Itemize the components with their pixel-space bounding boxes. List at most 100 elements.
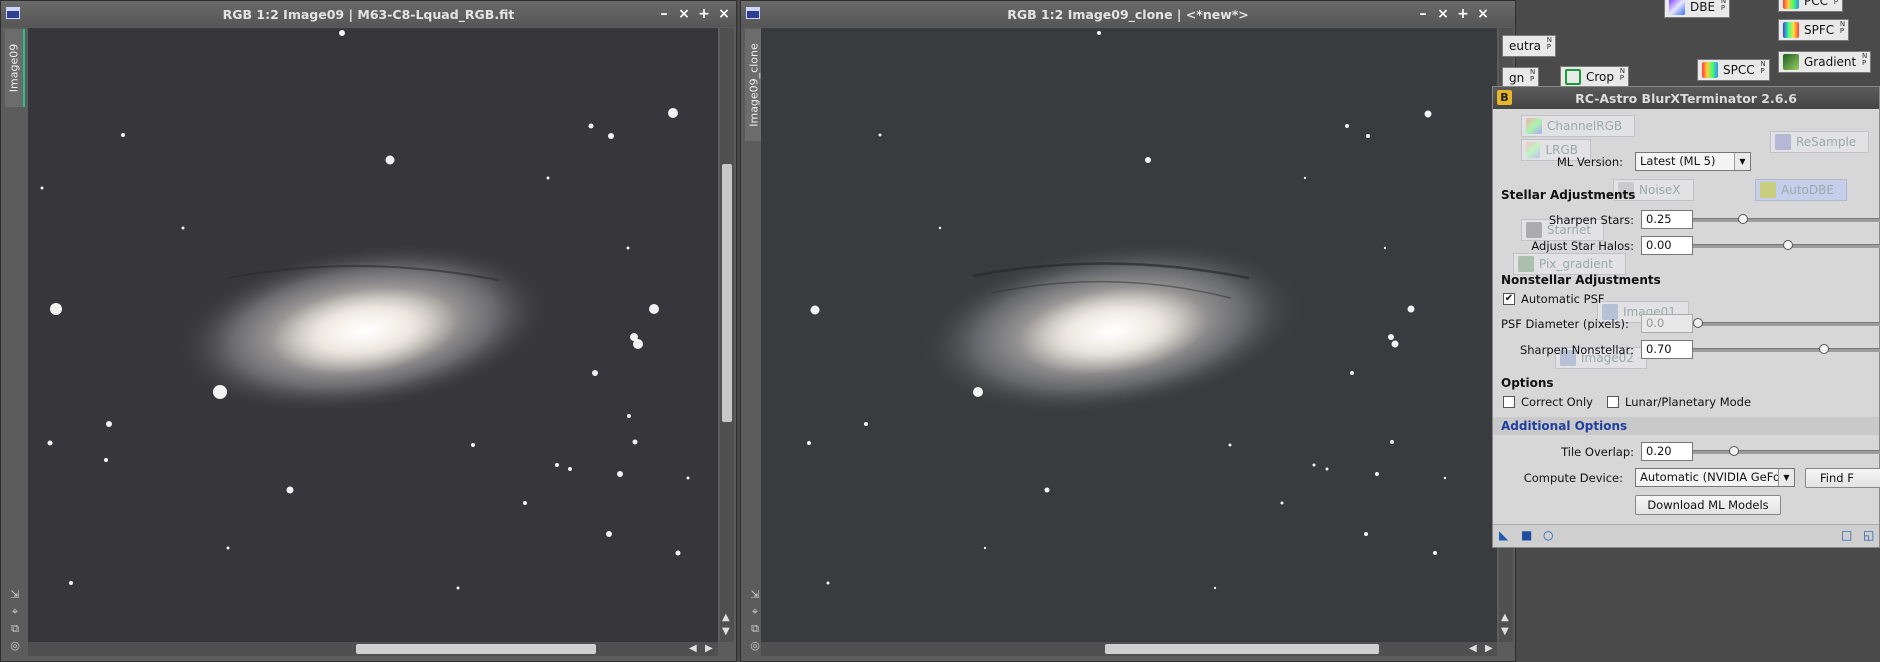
correct-only-label: Correct Only (1521, 395, 1593, 409)
window-titlebar[interactable]: RGB 1:2 Image09 | M63-C8-Lquad_RGB.fit –… (1, 1, 736, 27)
docs-icon[interactable]: ◱ (1863, 529, 1874, 541)
window-title: RGB 1:2 Image09 | M63-C8-Lquad_RGB.fit (222, 6, 515, 22)
slider-knob[interactable] (1738, 214, 1748, 224)
correct-only-checkbox[interactable] (1503, 396, 1515, 408)
image-id-label: Image09_clone (747, 43, 761, 127)
image-window-left[interactable]: RGB 1:2 Image09 | M63-C8-Lquad_RGB.fit –… (0, 0, 737, 662)
horizontal-scrollbar[interactable]: ◀ ▶ (761, 642, 1497, 656)
scroll-down-arrow[interactable]: ▼ (722, 626, 730, 637)
horizontal-scroll-thumb[interactable] (1105, 644, 1379, 654)
ml-version-value: Latest (ML 5) (1640, 154, 1716, 168)
scroll-up-arrow[interactable]: ▲ (1501, 612, 1509, 623)
crosshair-icon[interactable]: ⌖ (8, 605, 22, 619)
dialog-badge: B (1497, 90, 1512, 105)
sharpen-nonstellar-input[interactable]: 0.70 (1641, 340, 1693, 359)
slider-knob[interactable] (1819, 344, 1829, 354)
window-titlebar[interactable]: RGB 1:2 Image09_clone | <*new*> – ⨯ + × (741, 1, 1515, 27)
view-tools: ⇲ ⌖ ⧉ ◎ (748, 588, 762, 653)
scroll-left-arrow[interactable]: ◀ (1469, 643, 1477, 654)
minimize-icon[interactable]: – (658, 5, 670, 23)
close-icon[interactable]: × (718, 5, 730, 23)
close-icon[interactable]: × (1477, 5, 1489, 23)
sharpen-nonstellar-label: Sharpen Nonstellar: (1519, 343, 1634, 357)
image-canvas[interactable] (28, 28, 718, 642)
dialog-titlebar[interactable]: B RC-Astro BlurXTerminator 2.6.6 (1493, 87, 1879, 109)
window-title: RGB 1:2 Image09_clone | <*new*> (1007, 6, 1249, 22)
copy-icon[interactable]: ⧉ (748, 622, 762, 636)
ghost-icon-label: AutoDBE (1781, 183, 1834, 197)
find-button[interactable]: Find F (1805, 468, 1880, 488)
process-icon-label: DBE (1690, 0, 1716, 14)
image-canvas[interactable] (761, 28, 1497, 642)
gradient-icon (1783, 54, 1799, 70)
process-icon-spcc[interactable]: SPCC N P (1697, 59, 1770, 81)
adjust-halos-input[interactable]: 0.00 (1641, 236, 1693, 255)
pix-gradient-icon (1518, 256, 1534, 272)
lunar-mode-checkbox[interactable] (1607, 396, 1619, 408)
sharpen-stars-slider[interactable] (1693, 214, 1880, 224)
process-icon-dbe[interactable]: DBE N P (1664, 0, 1731, 18)
process-icon-label: Gradient (1804, 55, 1857, 69)
maximize-icon[interactable]: + (1457, 5, 1469, 23)
crosshair-icon[interactable]: ⌖ (748, 605, 762, 619)
slider-knob[interactable] (1729, 446, 1739, 456)
target-icon[interactable]: ◎ (748, 639, 762, 653)
scroll-up-arrow[interactable]: ▲ (722, 612, 730, 623)
copy-icon[interactable]: ⧉ (8, 622, 22, 636)
shade-icon[interactable]: ⨯ (678, 5, 690, 23)
process-icon-gradient[interactable]: Gradient N P (1778, 51, 1872, 73)
process-icon-pcc[interactable]: PCCNP (1778, 0, 1843, 12)
spfc-icon (1783, 22, 1799, 38)
horizontal-scrollbar[interactable]: ◀ ▶ (28, 642, 718, 656)
blurxterminator-dialog[interactable]: B RC-Astro BlurXTerminator 2.6.6 Channel… (1492, 86, 1880, 548)
crop-icon (1565, 69, 1581, 85)
process-icon-label: SPCC (1723, 63, 1755, 77)
dialog-title: RC-Astro BlurXTerminator 2.6.6 (1575, 90, 1797, 106)
apply-global-icon[interactable]: ■ (1521, 529, 1532, 541)
vertical-scroll-thumb[interactable] (722, 164, 732, 422)
new-instance-icon[interactable]: ◣ (1499, 529, 1508, 541)
sharpen-stars-label: Sharpen Stars: (1548, 213, 1634, 227)
sharpen-nonstellar-slider[interactable] (1693, 344, 1880, 354)
process-icon-spfc[interactable]: SPFC N P (1778, 19, 1850, 41)
slider-knob[interactable] (1783, 240, 1793, 250)
chevron-down-icon[interactable]: ▼ (1778, 469, 1794, 486)
zoom-to-fit-icon[interactable]: ⇲ (8, 588, 22, 602)
scroll-left-arrow[interactable]: ◀ (689, 643, 697, 654)
scroll-right-arrow[interactable]: ▶ (705, 643, 713, 654)
lunar-mode-label: Lunar/Planetary Mode (1625, 395, 1752, 409)
zoom-to-fit-icon[interactable]: ⇲ (748, 588, 762, 602)
target-icon[interactable]: ◎ (8, 639, 22, 653)
galaxy-image (761, 28, 1497, 642)
sharpen-stars-input[interactable]: 0.25 (1641, 210, 1693, 229)
download-ml-models-button[interactable]: Download ML Models (1635, 495, 1781, 515)
horizontal-scroll-thumb[interactable] (356, 644, 596, 654)
reset-icon[interactable]: □ (1841, 529, 1852, 541)
tile-overlap-slider[interactable] (1693, 446, 1880, 456)
process-icon-crop[interactable]: Crop N P (1560, 66, 1630, 88)
ml-version-select[interactable]: Latest (ML 5) ▼ (1635, 152, 1751, 171)
window-icon[interactable] (6, 7, 20, 19)
automatic-psf-checkbox[interactable]: ✔ (1503, 293, 1515, 305)
scroll-down-arrow[interactable]: ▼ (1501, 626, 1509, 637)
preview-icon[interactable]: ○ (1543, 529, 1553, 541)
image-window-right[interactable]: RGB 1:2 Image09_clone | <*new*> – ⨯ + × … (740, 0, 1516, 662)
additional-options-section[interactable]: Additional Options (1493, 417, 1879, 435)
process-icon-neutralization[interactable]: eutra N P (1502, 35, 1556, 57)
process-icon-label: Crop (1586, 70, 1615, 84)
window-icon[interactable] (746, 7, 760, 19)
compute-device-select[interactable]: Automatic (NVIDIA GeForc ▼ (1635, 468, 1795, 487)
shade-icon[interactable]: ⨯ (1437, 5, 1449, 23)
psf-diameter-label: PSF Diameter (pixels): (1501, 317, 1629, 331)
ghost-icon-autodbe: AutoDBE (1755, 179, 1847, 201)
chevron-down-icon[interactable]: ▼ (1734, 153, 1750, 170)
image-side-tab[interactable]: Image09 (5, 29, 25, 107)
vertical-scrollbar[interactable]: ▲ ▼ (720, 28, 734, 642)
resample-icon (1775, 134, 1791, 150)
adjust-halos-slider[interactable] (1693, 240, 1880, 250)
psf-diameter-input: 0.0 (1641, 314, 1693, 333)
tile-overlap-input[interactable]: 0.20 (1641, 442, 1693, 461)
minimize-icon[interactable]: – (1417, 5, 1429, 23)
maximize-icon[interactable]: + (698, 5, 710, 23)
scroll-right-arrow[interactable]: ▶ (1485, 643, 1493, 654)
